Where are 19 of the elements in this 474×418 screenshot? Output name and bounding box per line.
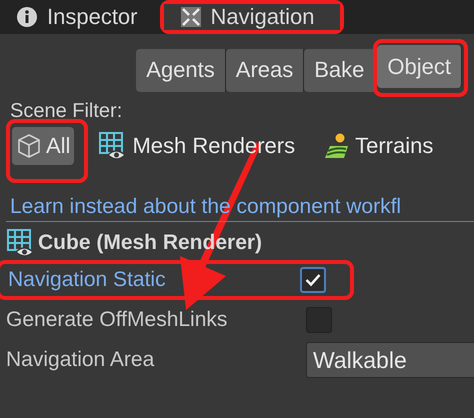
cube-icon xyxy=(16,133,42,159)
filter-option[interactable]: All xyxy=(12,127,74,165)
checkbox[interactable] xyxy=(300,267,326,293)
navigation-icon xyxy=(180,6,202,28)
panel-tab[interactable]: Inspector xyxy=(4,4,150,30)
toolbar-tab[interactable]: Areas xyxy=(226,48,304,92)
toolbar-tab[interactable]: Object xyxy=(377,45,462,88)
filter-option[interactable]: Terrains xyxy=(319,127,438,165)
panel-tab[interactable]: Navigation xyxy=(164,4,340,30)
check-icon xyxy=(305,273,321,287)
info-icon xyxy=(16,6,38,28)
checkbox[interactable] xyxy=(306,307,332,333)
area-dropdown[interactable]: Walkable xyxy=(306,342,474,378)
field-label: Navigation Area xyxy=(6,348,156,372)
scene-filter-label: Scene Filter: xyxy=(9,99,124,123)
field-label: Navigation Static xyxy=(8,268,167,292)
toolbar-tab[interactable]: Bake xyxy=(304,48,376,92)
toolbar-tab[interactable]: Agents xyxy=(136,48,226,92)
field-label: Generate OffMeshLinks xyxy=(6,308,228,332)
